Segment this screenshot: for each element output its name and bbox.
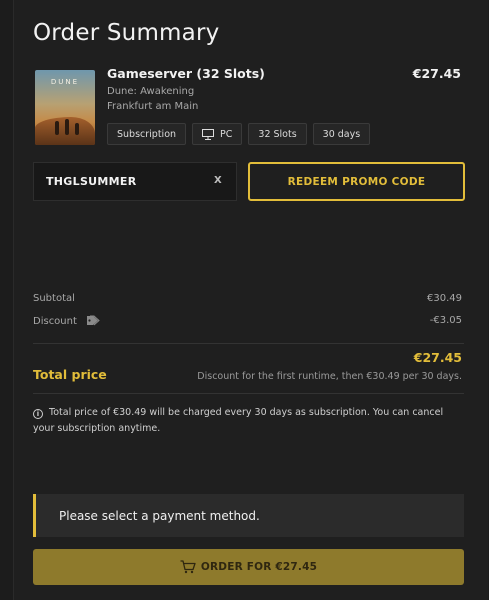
tag-label: 32 Slots [258,128,297,140]
cover-figure [55,121,59,135]
product-tags: Subscription PC 32 Slots 30 days [107,123,371,145]
subscription-info: i Total price of €30.49 will be charged … [33,405,465,437]
cart-icon [180,560,196,574]
total-price-label: Total price [33,367,107,382]
tag-duration: 30 days [312,123,371,145]
product-location: Frankfurt am Main [107,101,199,112]
tag-platform: PC [192,123,243,145]
promo-code-input[interactable]: THGLSUMMER X [33,162,237,201]
tag-subscription: Subscription [107,123,187,145]
payment-notice-text: Please select a payment method. [59,508,260,523]
subscription-info-text: Total price of €30.49 will be charged ev… [33,407,444,434]
info-icon: i [33,409,43,419]
subtotal-label: Subtotal [33,293,75,304]
divider [33,343,464,344]
total-price-note: Discount for the first runtime, then €30… [197,371,462,382]
subtotal-value: €30.49 [427,293,462,304]
promo-code-value: THGLSUMMER [46,175,137,188]
order-button-label: ORDER FOR €27.45 [200,561,318,573]
tag-label: 30 days [322,128,361,140]
product-cover-image: DUNE [35,70,95,145]
cover-figure [65,119,69,135]
discount-value: -€3.05 [429,315,462,326]
tag-label: Subscription [117,128,177,140]
cover-figure [75,123,79,135]
clear-promo-button[interactable]: X [214,175,222,186]
page-title: Order Summary [33,20,220,46]
cover-logo: DUNE [50,78,80,86]
tag-icon [87,315,100,326]
discount-row: Discount [33,315,100,327]
tag-label: PC [220,128,233,140]
order-button[interactable]: ORDER FOR €27.45 [33,549,464,585]
discount-label: Discount [33,316,77,327]
divider [33,393,464,394]
product-name: Gameserver (32 Slots) [107,66,265,81]
payment-method-notice: Please select a payment method. [33,494,464,537]
redeem-promo-button[interactable]: REDEEM PROMO CODE [248,162,465,201]
product-game: Dune: Awakening [107,86,195,97]
monitor-icon [202,128,215,140]
total-price-value: €27.45 [413,350,462,365]
tag-slots: 32 Slots [248,123,307,145]
product-price: €27.45 [412,66,461,81]
